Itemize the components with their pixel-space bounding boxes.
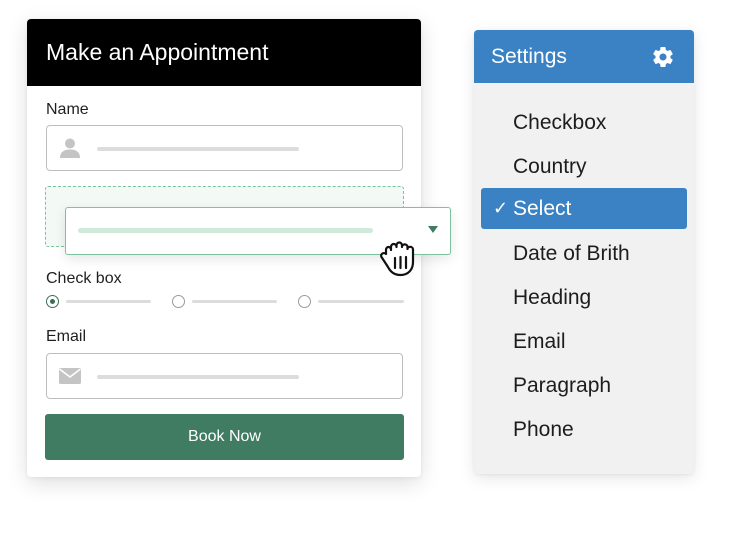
radio-option-1[interactable] [46, 295, 59, 308]
menu-item-phone[interactable]: Phone [481, 409, 687, 450]
envelope-icon [59, 368, 81, 384]
input-placeholder-line [97, 375, 299, 379]
radio-option-2-line [192, 300, 277, 303]
menu-item-paragraph[interactable]: Paragraph [481, 365, 687, 406]
menu-item-select-label: Select [513, 197, 572, 220]
email-label: Email [46, 328, 87, 345]
menu-item-select[interactable]: ✓ Select [481, 188, 687, 229]
grab-hand-icon [380, 241, 415, 277]
checkbox-label: Check box [46, 270, 122, 287]
radio-option-3[interactable] [298, 295, 311, 308]
input-placeholder-line [97, 147, 299, 151]
name-input[interactable] [46, 125, 403, 171]
menu-item-country[interactable]: Country [481, 146, 687, 187]
gear-icon[interactable] [651, 45, 675, 69]
select-placeholder-line [78, 228, 373, 233]
settings-header: Settings [474, 30, 694, 83]
user-icon [60, 138, 80, 158]
menu-item-checkbox[interactable]: Checkbox [481, 102, 687, 143]
menu-item-heading[interactable]: Heading [481, 277, 687, 318]
name-label: Name [46, 101, 89, 118]
menu-item-email[interactable]: Email [481, 321, 687, 362]
radio-option-2[interactable] [172, 295, 185, 308]
radio-option-1-line [66, 300, 151, 303]
book-now-button[interactable]: Book Now [45, 414, 404, 460]
settings-title: Settings [491, 45, 567, 68]
menu-item-date-of-birth[interactable]: Date of Brith [481, 233, 687, 274]
caret-down-icon [428, 226, 438, 233]
settings-panel: Settings Checkbox Country ✓ Select Date … [474, 30, 694, 474]
radio-group [46, 294, 406, 310]
radio-option-3-line [318, 300, 404, 303]
checkmark-icon: ✓ [493, 198, 509, 218]
form-title: Make an Appointment [27, 19, 421, 86]
email-input[interactable] [46, 353, 403, 399]
